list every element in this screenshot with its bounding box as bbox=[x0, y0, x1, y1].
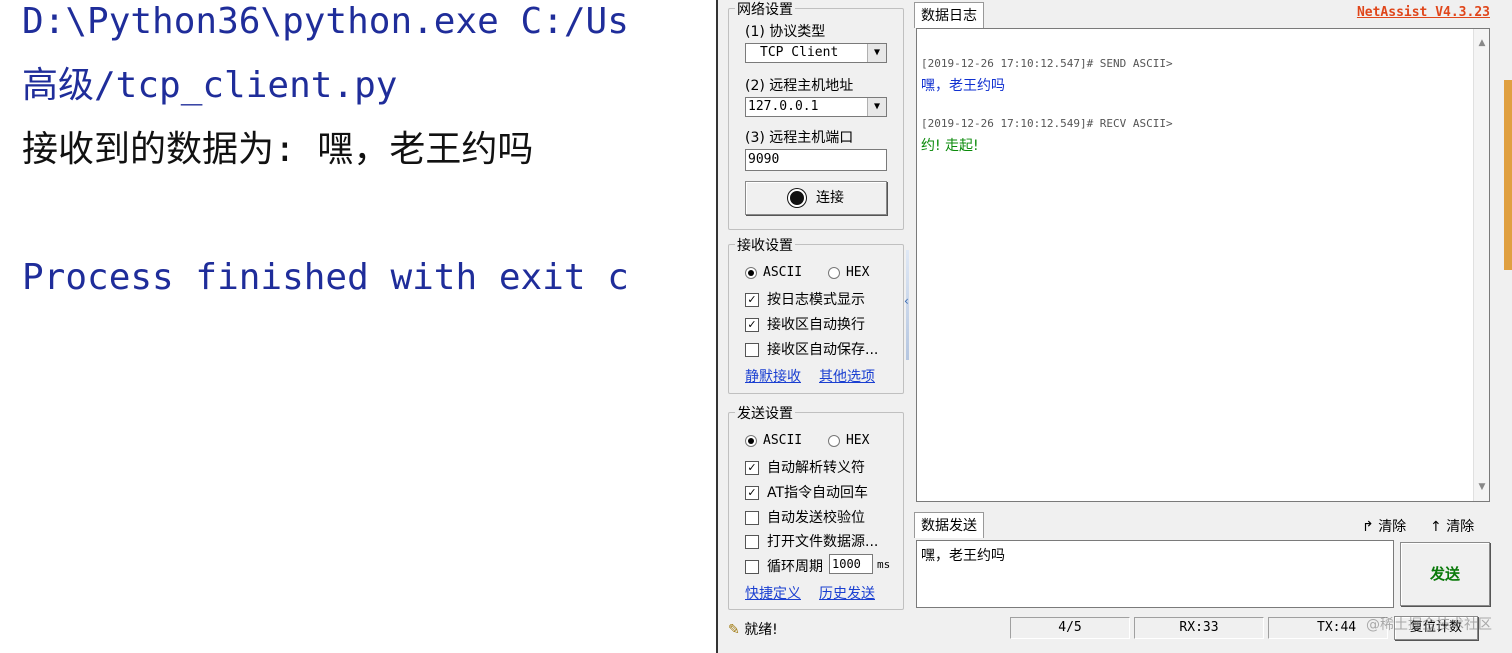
send-option-label: AT指令自动回车 bbox=[767, 485, 869, 501]
send-option-checksum[interactable]: 自动发送校验位 bbox=[745, 507, 865, 527]
other-options-link[interactable]: 其他选项 bbox=[819, 366, 875, 386]
receive-option-wrap[interactable]: ✓ 接收区自动换行 bbox=[745, 314, 865, 334]
receive-hex-label: HEX bbox=[845, 265, 870, 280]
send-hex-radio[interactable] bbox=[827, 434, 840, 447]
silent-receive-link[interactable]: 静默接收 bbox=[745, 366, 801, 386]
console-output: D:\Python36\python.exe C:/Us 高级/tcp_clie… bbox=[0, 0, 716, 653]
tab-data-log[interactable]: 数据日志 bbox=[914, 2, 984, 28]
chevron-down-icon[interactable]: ▼ bbox=[867, 98, 886, 116]
console-line-script: 高级/tcp_client.py bbox=[22, 65, 398, 106]
watermark: @稀土掘金技术社区 bbox=[1366, 617, 1492, 633]
receive-ascii-label: ASCII bbox=[763, 265, 803, 280]
send-settings-group: 发送设置 ASCII HEX ✓ 自动解析转义符 ✓ AT指令自动回车 自动发送校验… bbox=[728, 403, 904, 610]
receive-option-autosave[interactable]: 接收区自动保存... bbox=[745, 339, 878, 359]
send-ascii-radio[interactable] bbox=[745, 434, 757, 447]
clear-receive-label: 清除 bbox=[1446, 519, 1475, 535]
panel-splitter[interactable]: ‹ bbox=[904, 250, 912, 360]
status-rx: RX:33 bbox=[1134, 617, 1264, 639]
loop-period-input[interactable]: 1000 bbox=[829, 554, 873, 574]
status-ready-label: 就绪! bbox=[744, 622, 778, 638]
checkbox-unchecked[interactable] bbox=[745, 535, 759, 549]
receive-settings-group: 接收设置 ASCII HEX ✓ 按日志模式显示 ✓ 接收区自动换行 接收区自动保存… bbox=[728, 235, 904, 394]
connect-button[interactable]: 连接 bbox=[745, 181, 887, 215]
console-line-received: 接收到的数据为: 嘿，老王约吗 bbox=[22, 129, 534, 170]
checkbox-unchecked[interactable] bbox=[745, 560, 759, 574]
clear-arrow-icon: ↱ bbox=[1362, 519, 1374, 535]
chevron-down-icon[interactable]: ▼ bbox=[867, 44, 886, 62]
history-send-link[interactable]: 历史发送 bbox=[819, 583, 875, 603]
scroll-up-icon[interactable]: ▲ bbox=[1474, 35, 1490, 51]
checkbox-checked[interactable]: ✓ bbox=[745, 318, 759, 332]
checkbox-checked[interactable]: ✓ bbox=[745, 486, 759, 500]
receive-ascii-radio[interactable] bbox=[745, 266, 757, 279]
status-count: 4/5 bbox=[1010, 617, 1130, 639]
clear-send-button[interactable]: ↱ 清除 bbox=[1362, 516, 1406, 536]
port-label: (3) 远程主机端口 bbox=[745, 130, 854, 146]
clear-receive-button[interactable]: ↑ 清除 bbox=[1430, 516, 1474, 536]
send-option-escape[interactable]: ✓ 自动解析转义符 bbox=[745, 457, 865, 477]
pencil-icon: ✎ bbox=[728, 622, 740, 638]
record-icon bbox=[788, 189, 806, 207]
send-option-label: 打开文件数据源... bbox=[767, 534, 879, 550]
host-value: 127.0.0.1 bbox=[748, 99, 819, 114]
console-line-command: D:\Python36\python.exe C:/Us bbox=[22, 1, 629, 42]
send-text-content: 嘿，老王约吗 bbox=[921, 548, 1005, 564]
quick-define-link[interactable]: 快捷定义 bbox=[745, 583, 801, 603]
network-settings-title: 网络设置 bbox=[735, 0, 795, 19]
receive-option-label: 接收区自动保存... bbox=[767, 342, 879, 358]
send-option-label: 自动发送校验位 bbox=[767, 510, 865, 526]
scroll-down-icon[interactable]: ▼ bbox=[1474, 479, 1490, 495]
connect-label: 连接 bbox=[816, 190, 844, 206]
send-settings-title: 发送设置 bbox=[735, 403, 795, 423]
send-option-label: 自动解析转义符 bbox=[767, 460, 865, 476]
port-input[interactable]: 9090 bbox=[745, 149, 887, 171]
protocol-label: (1) 协议类型 bbox=[745, 24, 826, 40]
checkbox-unchecked[interactable] bbox=[745, 343, 759, 357]
tab-data-send[interactable]: 数据发送 bbox=[914, 512, 984, 538]
log-entry-send-text: 嘿，老王约吗 bbox=[921, 78, 1005, 94]
send-option-at-enter[interactable]: ✓ AT指令自动回车 bbox=[745, 482, 868, 502]
receive-settings-title: 接收设置 bbox=[735, 235, 795, 255]
network-settings-group: 网络设置 (1) 协议类型 TCP Client ▼ (2) 远程主机地址 12… bbox=[728, 0, 904, 230]
protocol-value: TCP Client bbox=[760, 45, 839, 60]
receive-encoding: ASCII HEX bbox=[745, 265, 869, 280]
send-option-label: 循环周期 bbox=[767, 559, 823, 575]
checkbox-unchecked[interactable] bbox=[745, 511, 759, 525]
data-log-area[interactable]: [2019-12-26 17:10:12.547]# SEND ASCII> 嘿… bbox=[916, 28, 1490, 502]
receive-option-label: 接收区自动换行 bbox=[767, 317, 865, 333]
protocol-select[interactable]: TCP Client ▼ bbox=[745, 43, 887, 63]
chevron-left-icon[interactable]: ‹ bbox=[904, 294, 909, 308]
clear-up-icon: ↑ bbox=[1430, 519, 1442, 535]
scroll-indicator bbox=[1504, 80, 1512, 270]
clear-send-label: 清除 bbox=[1378, 519, 1407, 535]
brand-link[interactable]: NetAssist V4.3.23 bbox=[1357, 5, 1490, 20]
loop-period-unit: ms bbox=[877, 558, 891, 571]
receive-option-log-mode[interactable]: ✓ 按日志模式显示 bbox=[745, 289, 865, 309]
netassist-window: 网络设置 (1) 协议类型 TCP Client ▼ (2) 远程主机地址 12… bbox=[716, 0, 1512, 653]
send-hex-label: HEX bbox=[845, 433, 870, 448]
receive-option-label: 按日志模式显示 bbox=[767, 292, 865, 308]
send-encoding: ASCII HEX bbox=[745, 433, 869, 448]
checkbox-checked[interactable]: ✓ bbox=[745, 293, 759, 307]
log-entry-meta: [2019-12-26 17:10:12.549]# RECV ASCII> bbox=[921, 117, 1173, 130]
checkbox-checked[interactable]: ✓ bbox=[745, 461, 759, 475]
log-entry-recv-text: 约! 走起! bbox=[921, 138, 979, 154]
send-ascii-label: ASCII bbox=[763, 433, 803, 448]
receive-hex-radio[interactable] bbox=[827, 266, 840, 279]
send-option-file-source[interactable]: 打开文件数据源... bbox=[745, 531, 878, 551]
host-label: (2) 远程主机地址 bbox=[745, 78, 854, 94]
send-text-area[interactable]: 嘿，老王约吗 bbox=[916, 540, 1394, 608]
host-select[interactable]: 127.0.0.1 ▼ bbox=[745, 97, 887, 117]
log-entry-meta: [2019-12-26 17:10:12.547]# SEND ASCII> bbox=[921, 57, 1173, 70]
send-button[interactable]: 发送 bbox=[1400, 542, 1490, 606]
console-line-exit: Process finished with exit c bbox=[22, 257, 629, 298]
status-ready: ✎ 就绪! bbox=[728, 619, 778, 639]
log-scrollbar[interactable]: ▲ ▼ bbox=[1473, 29, 1489, 501]
send-option-loop[interactable]: 循环周期 bbox=[745, 556, 823, 576]
